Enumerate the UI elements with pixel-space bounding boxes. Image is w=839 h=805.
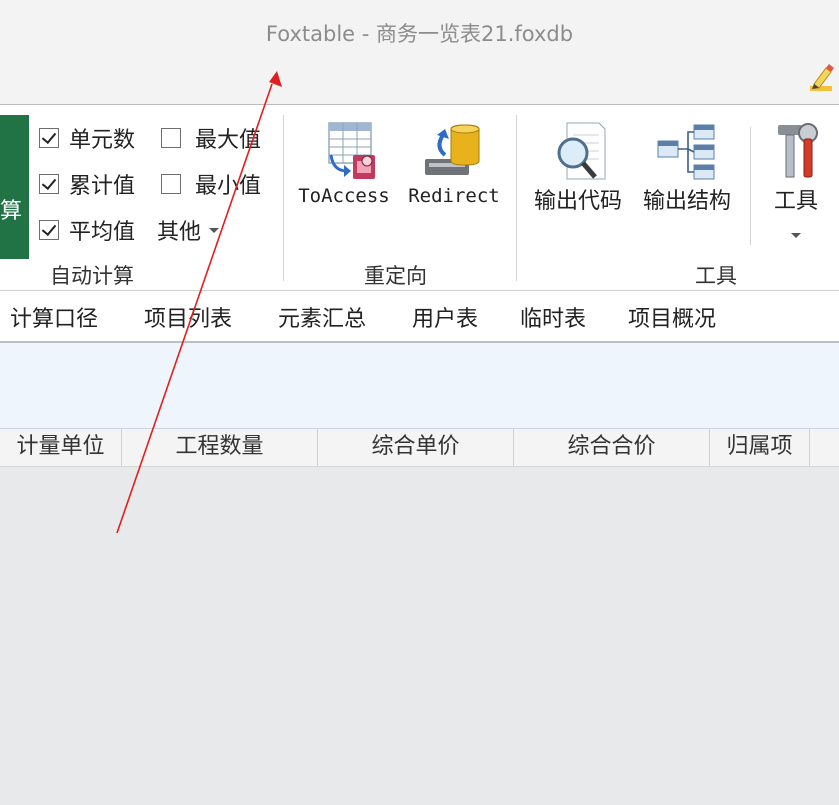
checkbox-label: 累计值 bbox=[69, 174, 136, 199]
sheet-tabs: 计算口径 项目列表 元素汇总 用户表 临时表 项目概况 bbox=[0, 291, 839, 343]
pencil-edit-icon[interactable] bbox=[806, 62, 836, 94]
checkbox-box[interactable] bbox=[39, 174, 59, 194]
tools-dropdown-button[interactable]: 工具 bbox=[766, 121, 826, 242]
hammer-wrench-icon bbox=[778, 123, 818, 178]
group-label-auto-calc: 自动计算 bbox=[50, 264, 134, 288]
checkbox-average-value[interactable]: 平均值 bbox=[39, 215, 135, 245]
window-title: Foxtable - 商务一览表21.foxdb bbox=[265, 22, 574, 46]
auto-calc-button-label: 算 bbox=[0, 199, 23, 224]
redirect-button[interactable]: Redirect bbox=[402, 121, 506, 207]
checkbox-label: 单元数 bbox=[69, 128, 136, 153]
tab-element-summary[interactable]: 元素汇总 bbox=[278, 301, 366, 333]
table-header-row: 计量单位 工程数量 综合单价 综合合价 归属项 bbox=[0, 429, 839, 467]
group-label-tools: 工具 bbox=[695, 264, 737, 288]
tab-calc-basis[interactable]: 计算口径 bbox=[10, 301, 98, 333]
checkbox-max-value[interactable]: 最大值 bbox=[161, 123, 261, 153]
export-structure-button[interactable]: 输出结构 bbox=[636, 121, 738, 215]
tab-project-list[interactable]: 项目列表 bbox=[144, 301, 232, 333]
export-code-label: 输出代码 bbox=[533, 189, 622, 214]
filter-panel bbox=[0, 343, 839, 429]
other-dropdown-label: 其他 bbox=[157, 220, 202, 245]
to-access-button[interactable]: ToAccess bbox=[294, 121, 394, 207]
magnifier-document-icon bbox=[557, 122, 606, 180]
checkbox-unit-count[interactable]: 单元数 bbox=[39, 123, 135, 153]
structure-tree-icon bbox=[657, 124, 715, 180]
redirect-database-icon bbox=[425, 124, 480, 175]
checkbox-box[interactable] bbox=[39, 128, 59, 148]
to-access-label: ToAccess bbox=[298, 185, 390, 207]
table-to-access-icon bbox=[328, 122, 375, 179]
tab-user-table[interactable]: 用户表 bbox=[412, 301, 478, 333]
tools-label: 工具 bbox=[773, 189, 818, 214]
tab-project-overview[interactable]: 项目概况 bbox=[628, 301, 716, 333]
other-dropdown[interactable]: 其他 bbox=[157, 215, 220, 245]
group-divider bbox=[516, 115, 517, 281]
redirect-label: Redirect bbox=[408, 185, 500, 207]
title-bar: Foxtable - 商务一览表21.foxdb bbox=[0, 0, 839, 105]
checkbox-min-value[interactable]: 最小值 bbox=[161, 169, 261, 199]
checkbox-box[interactable] bbox=[39, 220, 59, 240]
checkbox-label: 平均值 bbox=[69, 220, 136, 245]
checkbox-box[interactable] bbox=[161, 128, 181, 148]
column-header-quantity[interactable]: 工程数量 bbox=[122, 429, 318, 466]
checkbox-label: 最小值 bbox=[195, 174, 262, 199]
checkbox-label: 最大值 bbox=[195, 128, 262, 153]
group-divider bbox=[283, 115, 284, 281]
checkbox-box[interactable] bbox=[161, 174, 181, 194]
column-header-total-price[interactable]: 综合合价 bbox=[514, 429, 710, 466]
column-header-unit-price[interactable]: 综合单价 bbox=[318, 429, 514, 466]
auto-calc-button-partial[interactable]: 算 bbox=[0, 115, 29, 259]
export-structure-label: 输出结构 bbox=[642, 189, 731, 214]
chevron-down-icon bbox=[209, 227, 220, 233]
export-code-button[interactable]: 输出代码 bbox=[527, 121, 629, 215]
group-label-redirect: 重定向 bbox=[364, 264, 427, 288]
column-header-belongs-to[interactable]: 归属项 bbox=[710, 429, 810, 466]
chevron-down-icon bbox=[791, 233, 801, 238]
tab-temp-table[interactable]: 临时表 bbox=[520, 301, 586, 333]
group-divider bbox=[750, 127, 751, 245]
ribbon-toolbar: 算 单元数 最大值 累计值 最小值 平均值 其他 自动计算 ToAccess R… bbox=[0, 105, 839, 291]
checkbox-cumulative-value[interactable]: 累计值 bbox=[39, 169, 135, 199]
column-header-unit[interactable]: 计量单位 bbox=[0, 429, 122, 466]
